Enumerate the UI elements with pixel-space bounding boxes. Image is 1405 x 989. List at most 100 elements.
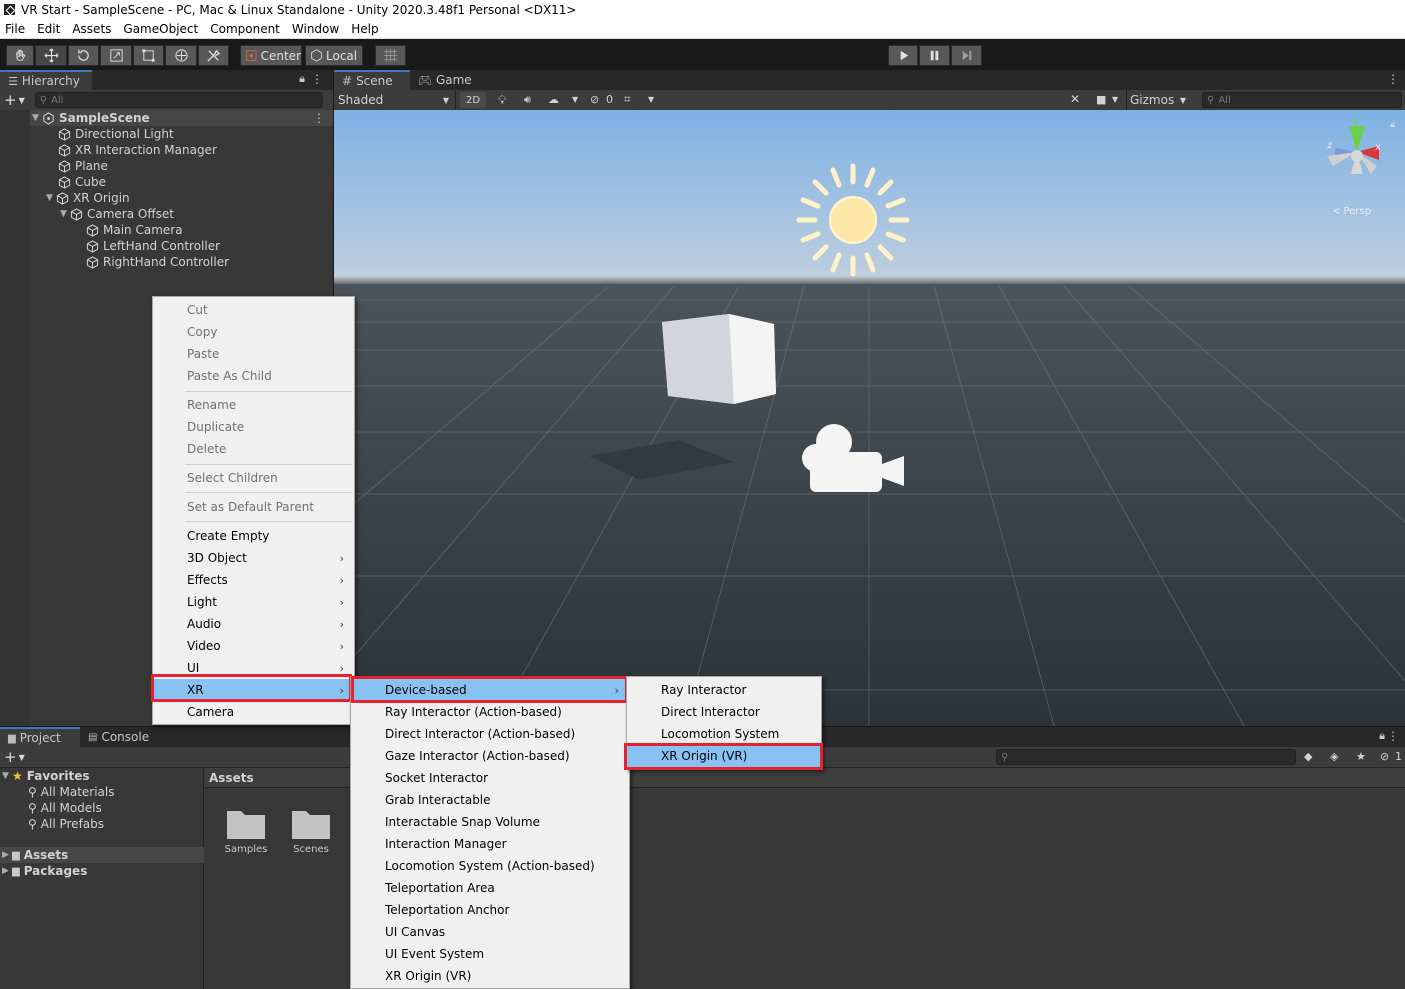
menu-item-ui[interactable]: UI › — [153, 657, 354, 679]
effects-icon[interactable]: ☁ — [548, 93, 559, 106]
star-icon[interactable]: ★ — [1356, 750, 1366, 763]
audio-icon[interactable]: 🔊︎ — [524, 93, 531, 107]
rect-tool-button[interactable] — [133, 45, 164, 66]
hierarchy-item[interactable]: ▼ XR Origin — [46, 190, 130, 206]
scene-root-row[interactable]: ▼ SampleScene ⋮ — [0, 110, 333, 126]
light-bulb-icon[interactable]: 💡︎ — [498, 93, 506, 108]
scene-search-input[interactable]: ⚲ All — [1202, 92, 1402, 108]
transform-tool-button[interactable] — [165, 45, 197, 66]
hierarchy-item[interactable]: ▼ Camera Offset — [60, 206, 174, 222]
favorites-row[interactable]: ▼ ★ Favorites — [2, 768, 89, 784]
folder-samples[interactable]: Samples — [222, 805, 270, 855]
panel-menu-icon[interactable]: ⋮ — [1387, 729, 1399, 743]
menu-item-locomotion-system[interactable]: Locomotion System — [627, 723, 821, 745]
menu-item-set-default-parent[interactable]: Set as Default Parent — [153, 496, 354, 518]
hierarchy-item[interactable]: Plane — [58, 158, 108, 174]
menu-item-teleportation-area[interactable]: Teleportation Area — [351, 877, 629, 899]
gizmos-dropdown[interactable]: Gizmos ▼ — [1126, 90, 1190, 110]
menu-item-gaze-interactor-action[interactable]: Gaze Interactor (Action-based) — [351, 745, 629, 767]
menu-item-rename[interactable]: Rename — [153, 394, 354, 416]
menu-gameobject[interactable]: GameObject — [118, 22, 205, 36]
menu-file[interactable]: File — [0, 22, 32, 36]
scale-tool-button[interactable] — [100, 45, 132, 66]
add-icon[interactable]: + — [4, 91, 17, 109]
menu-item-effects[interactable]: Effects › — [153, 569, 354, 591]
menu-item-ray-interactor-action[interactable]: Ray Interactor (Action-based) — [351, 701, 629, 723]
scene-viewport[interactable]: y z x < Persp 🔒︎ — [334, 110, 1405, 726]
filter-type-icon[interactable]: ◆ — [1304, 750, 1312, 763]
move-tool-button[interactable] — [35, 45, 67, 66]
tab-scene[interactable]: # Scene — [334, 70, 410, 90]
favorite-item[interactable]: ⚲ All Models — [28, 800, 102, 816]
menu-item-video[interactable]: Video › — [153, 635, 354, 657]
menu-item-device-based[interactable]: Device-based › — [351, 679, 629, 701]
menu-item-ray-interactor[interactable]: Ray Interactor — [627, 679, 821, 701]
menu-item-xr-origin-vr[interactable]: XR Origin (VR) — [351, 965, 629, 987]
menu-item-camera[interactable]: Camera — [153, 701, 354, 723]
persp-label[interactable]: < Persp — [1332, 206, 1371, 217]
lock-icon[interactable]: 🔒︎ — [299, 72, 305, 86]
hidden-objects-icon[interactable]: ⊘ — [590, 93, 599, 106]
space-local-button[interactable]: Local — [305, 45, 363, 66]
directional-light-sun-icon[interactable] — [796, 163, 910, 277]
2d-toggle-button[interactable]: 2D — [460, 92, 486, 108]
gizmo-lock-icon[interactable]: 🔒︎ — [1390, 120, 1395, 130]
chevron-down-icon[interactable]: ▼ — [572, 95, 578, 104]
fold-open-icon[interactable]: ▼ — [60, 209, 70, 219]
tab-game[interactable]: 🎮︎ Game — [410, 70, 486, 90]
menu-item-delete[interactable]: Delete — [153, 438, 354, 460]
step-button[interactable] — [951, 45, 982, 66]
add-icon[interactable]: + — [4, 748, 17, 766]
tab-hierarchy[interactable]: ☰ Hierarchy — [0, 70, 92, 90]
hidden-packages-icon[interactable]: ⊘ — [1380, 750, 1389, 763]
menu-edit[interactable]: Edit — [32, 22, 67, 36]
tag-icon[interactable]: ◈ — [1330, 750, 1338, 763]
menu-item-ui-canvas[interactable]: UI Canvas — [351, 921, 629, 943]
menu-item-device-xr-origin-vr[interactable]: XR Origin (VR) — [627, 745, 821, 767]
hierarchy-item[interactable]: LeftHand Controller — [86, 238, 220, 254]
assets-root-row[interactable]: ▶ ▆ Assets — [0, 847, 204, 863]
menu-item-interactable-snap-volume[interactable]: Interactable Snap Volume — [351, 811, 629, 833]
menu-item-copy[interactable]: Copy — [153, 321, 354, 343]
packages-root-row[interactable]: ▶ ▆ Packages — [2, 863, 87, 879]
hierarchy-item[interactable]: XR Interaction Manager — [58, 142, 217, 158]
menu-item-light[interactable]: Light › — [153, 591, 354, 613]
menu-item-create-empty[interactable]: Create Empty — [153, 525, 354, 547]
menu-window[interactable]: Window — [287, 22, 346, 36]
menu-help[interactable]: Help — [346, 22, 385, 36]
camera-settings-icon[interactable]: ■ — [1096, 93, 1106, 106]
menu-item-ui-event-system[interactable]: UI Event System — [351, 943, 629, 965]
cube-object[interactable] — [662, 314, 776, 404]
hierarchy-item[interactable]: Main Camera — [86, 222, 183, 238]
menu-item-cut[interactable]: Cut — [153, 299, 354, 321]
chevron-down-icon[interactable]: ▼ — [648, 95, 654, 104]
menu-item-direct-interactor[interactable]: Direct Interactor — [627, 701, 821, 723]
grid-snap-button[interactable] — [375, 45, 406, 66]
custom-tool-button[interactable] — [198, 45, 229, 66]
tab-console[interactable]: ▤ Console — [80, 727, 160, 747]
menu-item-duplicate[interactable]: Duplicate — [153, 416, 354, 438]
fold-open-icon[interactable]: ▼ — [46, 193, 56, 203]
hierarchy-item[interactable]: RightHand Controller — [86, 254, 229, 270]
chevron-down-icon[interactable]: ▼ — [19, 96, 25, 105]
scene-menu-icon[interactable]: ⋮ — [313, 111, 325, 125]
pivot-center-button[interactable]: Center — [240, 45, 302, 66]
fold-closed-icon[interactable]: ▶ — [2, 850, 12, 860]
pause-button[interactable] — [919, 45, 950, 66]
menu-item-grab-interactable[interactable]: Grab Interactable — [351, 789, 629, 811]
hierarchy-search-input[interactable]: ⚲ All — [34, 92, 323, 108]
hierarchy-item[interactable]: Directional Light — [58, 126, 174, 142]
menu-component[interactable]: Component — [205, 22, 287, 36]
chevron-down-icon[interactable]: ▼ — [1112, 95, 1118, 104]
menu-item-locomotion-system-action[interactable]: Locomotion System (Action-based) — [351, 855, 629, 877]
folder-scenes[interactable]: Scenes — [287, 805, 335, 855]
tools-icon[interactable]: ✕ — [1070, 92, 1080, 106]
fold-open-icon[interactable]: ▼ — [32, 113, 42, 123]
lock-icon[interactable]: 🔒︎ — [1379, 729, 1385, 743]
menu-item-paste[interactable]: Paste — [153, 343, 354, 365]
menu-item-select-children[interactable]: Select Children — [153, 467, 354, 489]
fold-closed-icon[interactable]: ▶ — [2, 866, 12, 876]
hand-tool-button[interactable] — [6, 45, 34, 66]
menu-assets[interactable]: Assets — [67, 22, 118, 36]
grid-toggle-icon[interactable]: ⌗ — [624, 92, 631, 107]
